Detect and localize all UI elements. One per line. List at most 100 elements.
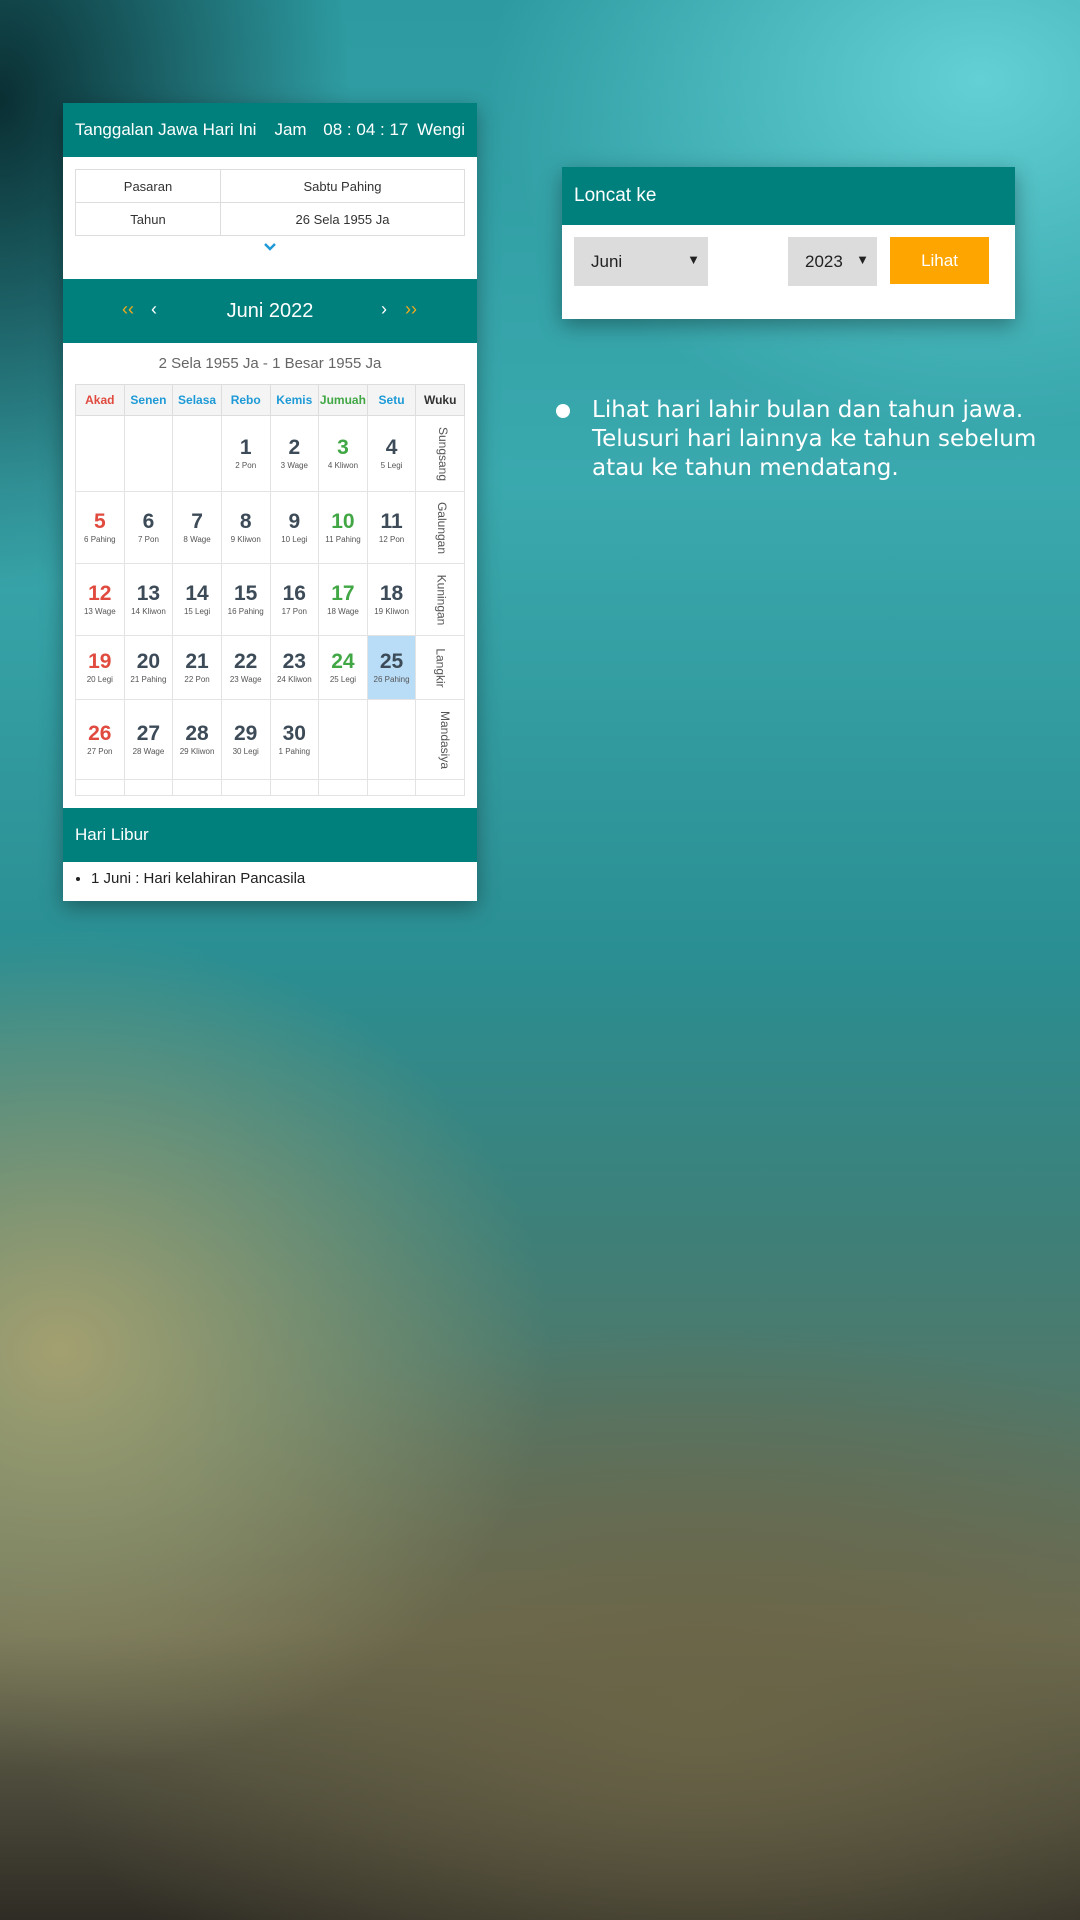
empty-cell bbox=[172, 415, 222, 492]
javanese-date: 29 Kliwon bbox=[179, 746, 215, 756]
week-row: 12 13 Wage 13 14 Kliwon 14 15 Legi 15 16 Pahing… bbox=[75, 563, 465, 636]
calendar-day[interactable]: 27 28 Wage bbox=[123, 699, 174, 780]
calendar-day[interactable]: 11 12 Pon bbox=[366, 491, 417, 564]
empty-cell bbox=[366, 779, 417, 796]
next-year-button[interactable]: ›› bbox=[405, 299, 417, 320]
calendar-day[interactable]: 23 Wage bbox=[269, 415, 320, 492]
calendar-day-today[interactable]: 25 26 Pahing bbox=[366, 635, 417, 700]
weekday-senen: Senen bbox=[123, 384, 174, 416]
holiday-item: 1 Juni : Hari kelahiran Pancasila bbox=[91, 870, 477, 887]
calendar-day[interactable]: 26 27 Pon bbox=[75, 699, 125, 780]
javanese-date: 6 Pahing bbox=[84, 534, 116, 544]
prev-year-button[interactable]: ‹‹ bbox=[122, 299, 134, 320]
wuku-cell: Kuningan bbox=[415, 563, 465, 636]
javanese-date: 20 Legi bbox=[86, 674, 113, 684]
calendar-day[interactable]: 14 15 Legi bbox=[172, 563, 222, 636]
javanese-date: 16 Pahing bbox=[227, 606, 264, 616]
info-label: Tahun bbox=[75, 202, 221, 236]
calendar-day[interactable]: 28 29 Kliwon bbox=[172, 699, 222, 780]
calendar-day[interactable]: 22 23 Wage bbox=[220, 635, 271, 700]
calendar-day[interactable]: 34 Kliwon bbox=[318, 415, 368, 492]
calendar-body: 12 Pon 2 3 Wage 3 4 Kliwon 4 5 Legi Sungsang 5 6 … bbox=[75, 415, 465, 796]
holidays-header: Hari Libur bbox=[63, 808, 477, 862]
day-number: 21 bbox=[185, 649, 209, 673]
wuku-label: Galungan bbox=[435, 501, 450, 554]
javanese-date: 21 Pahing bbox=[130, 674, 167, 684]
weekday-header-row: Akad Senen Selasa Rebo Kemis Jumuah Setu Wuku bbox=[75, 384, 465, 416]
calendar-day[interactable]: 45 Legi bbox=[366, 415, 417, 492]
prev-month-button[interactable]: ‹ bbox=[151, 299, 157, 320]
calendar-day[interactable]: 78 Wage bbox=[172, 491, 222, 564]
empty-cell bbox=[75, 415, 125, 492]
jam-label: Jam bbox=[274, 120, 307, 139]
calendar-day[interactable]: 18 19 Kliwon bbox=[366, 563, 417, 636]
month-select[interactable]: Juni ▼ bbox=[574, 237, 708, 286]
javanese-date: 3 Wage bbox=[280, 460, 308, 470]
calendar-day[interactable]: 16 17 Pon bbox=[269, 563, 320, 636]
chevron-down-icon bbox=[264, 243, 276, 251]
calendar-day[interactable]: 9 10 Legi bbox=[269, 491, 320, 564]
calendar-day[interactable]: 89 Kliwon bbox=[220, 491, 271, 564]
day-number: 14 bbox=[185, 581, 209, 605]
calendar-day[interactable]: 29 30 Legi bbox=[220, 699, 271, 780]
clock: Jam 08 : 04 : 17 Wengi bbox=[270, 120, 465, 140]
today-info-table: Pasaran Sabtu Pahing Tahun 26 Sela 1955 … bbox=[75, 169, 465, 236]
weekday-jumuah: Jumuah bbox=[318, 384, 368, 416]
calendar-day[interactable]: 12 Pon bbox=[220, 415, 271, 492]
day-number: 11 bbox=[380, 509, 403, 533]
day-number: 17 bbox=[331, 581, 355, 605]
javanese-date: 4 Kliwon bbox=[327, 460, 359, 470]
wuku-cell: Sungsang bbox=[415, 415, 465, 492]
wuku-label: Kuningan bbox=[434, 574, 449, 625]
day-number: 29 bbox=[234, 721, 258, 745]
dropdown-arrow-icon: ▼ bbox=[687, 252, 700, 267]
calendar-day[interactable]: 13 14 Kliwon bbox=[123, 563, 174, 636]
calendar-day[interactable]: 10 11 Pahing bbox=[318, 491, 368, 564]
lihat-button[interactable]: Lihat bbox=[890, 237, 989, 284]
info-value: Sabtu Pahing bbox=[220, 169, 465, 203]
calendar-header: Tanggalan Jawa Hari Ini Jam 08 : 04 : 17… bbox=[63, 103, 477, 157]
day-number: 2 bbox=[288, 435, 301, 459]
empty-cell bbox=[366, 699, 417, 780]
javanese-date: 11 Pahing bbox=[325, 534, 361, 544]
calendar-day[interactable]: 15 16 Pahing bbox=[220, 563, 271, 636]
calendar-day[interactable]: 30 1 Pahing bbox=[269, 699, 320, 780]
jump-to-card: Loncat ke Juni ▼ 2023 ▼ Lihat bbox=[562, 167, 1015, 319]
calendar-day[interactable]: 20 21 Pahing bbox=[123, 635, 174, 700]
wuku-label: Langkir bbox=[433, 647, 448, 688]
day-number: 10 bbox=[331, 509, 355, 533]
weekday-selasa: Selasa bbox=[172, 384, 222, 416]
calendar-day[interactable]: 24 25 Legi bbox=[318, 635, 368, 700]
day-number: 20 bbox=[136, 649, 161, 673]
clock-period: Wengi bbox=[417, 120, 465, 139]
info-label: Pasaran bbox=[75, 169, 221, 203]
day-number: 6 bbox=[142, 509, 155, 533]
calendar-title: Tanggalan Jawa Hari Ini bbox=[75, 120, 257, 139]
calendar-day[interactable]: 23 24 Kliwon bbox=[269, 635, 320, 700]
javanese-date: 23 Wage bbox=[229, 674, 262, 684]
calendar-day[interactable]: 17 18 Wage bbox=[318, 563, 368, 636]
bullet-icon bbox=[556, 404, 570, 418]
javanese-date: 17 Pon bbox=[281, 606, 307, 616]
calendar-day[interactable]: 12 13 Wage bbox=[75, 563, 125, 636]
week-row: 56 Pahing 6 7 Pon 7 8 Wage 8 9 Kliwon 9 10 Legi 1… bbox=[75, 491, 465, 564]
wuku-cell: Mandasiya bbox=[415, 699, 465, 780]
day-number: 15 bbox=[234, 581, 258, 605]
day-number: 27 bbox=[136, 721, 161, 745]
next-month-button[interactable]: › bbox=[381, 299, 387, 320]
expand-button[interactable] bbox=[75, 240, 465, 262]
javanese-date: 22 Pon bbox=[184, 674, 210, 684]
day-number: 24 bbox=[331, 649, 355, 673]
year-select[interactable]: 2023 ▼ bbox=[788, 237, 877, 286]
year-select-value: 2023 bbox=[805, 251, 843, 271]
empty-cell bbox=[123, 415, 174, 492]
day-number: 7 bbox=[191, 509, 203, 533]
javanese-date: 15 Legi bbox=[183, 606, 211, 616]
day-number: 1 bbox=[239, 435, 252, 459]
calendar-day[interactable]: 21 22 Pon bbox=[172, 635, 222, 700]
calendar-day[interactable]: 67 Pon bbox=[123, 491, 174, 564]
calendar-day[interactable]: 19 20 Legi bbox=[75, 635, 125, 700]
calendar-day[interactable]: 56 Pahing bbox=[75, 491, 125, 564]
day-number: 28 bbox=[185, 721, 209, 745]
holiday-list: 1 Juni : Hari kelahiran Pancasila bbox=[63, 870, 477, 887]
